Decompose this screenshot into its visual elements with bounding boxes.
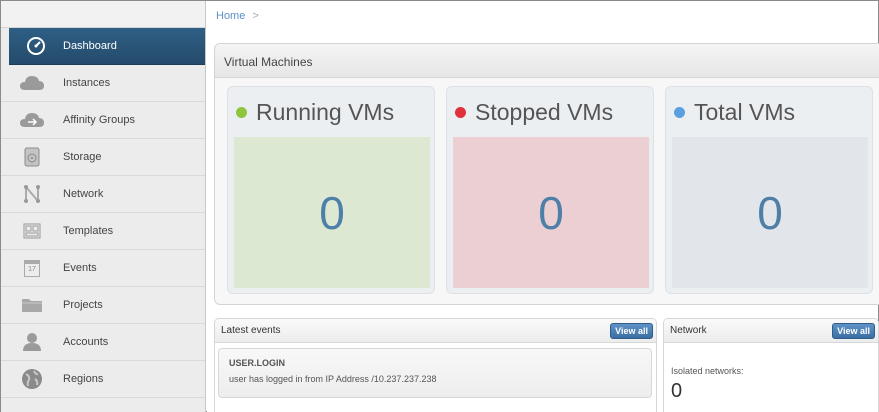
isolated-networks-label: Isolated networks: — [671, 366, 744, 376]
sidebar-item-label: Accounts — [63, 336, 109, 348]
sidebar: Dashboard Instances Affinity Groups Stor… — [1, 1, 206, 412]
sidebar-item-label: Network — [63, 188, 104, 200]
sidebar-item-affinity-groups[interactable]: Affinity Groups — [1, 102, 205, 139]
affinity-cloud-icon — [1, 112, 63, 128]
virtual-machines-title: Virtual Machines — [215, 44, 879, 78]
isolated-networks-count: 0 — [671, 380, 683, 402]
sidebar-item-storage[interactable]: Storage — [1, 139, 205, 176]
breadcrumb-separator: > — [252, 10, 259, 22]
sidebar-item-label: Dashboard — [63, 40, 117, 52]
sidebar-item-label: Instances — [63, 77, 111, 89]
stopped-status-dot — [455, 106, 466, 118]
total-vms-card[interactable]: Total VMs 0 — [665, 86, 873, 294]
running-vms-card[interactable]: Running VMs 0 — [227, 86, 435, 294]
breadcrumb-home-link[interactable]: Home — [216, 10, 245, 22]
template-icon — [1, 223, 63, 239]
user-icon — [1, 332, 63, 352]
total-status-dot — [674, 106, 685, 118]
running-vms-count: 0 — [234, 137, 430, 288]
sidebar-item-dashboard[interactable]: Dashboard — [9, 28, 205, 65]
sidebar-header — [1, 1, 205, 28]
running-status-dot — [236, 106, 247, 118]
breadcrumb: Home > — [207, 1, 878, 28]
sidebar-item-label: Events — [63, 262, 97, 274]
network-panel: Network View all Isolated networks: 0 — [663, 318, 879, 412]
sidebar-item-label: Regions — [63, 373, 104, 385]
stopped-vms-count: 0 — [453, 137, 649, 288]
sidebar-item-accounts[interactable]: Accounts — [1, 324, 205, 361]
sidebar-item-regions[interactable]: Regions — [1, 361, 205, 398]
event-title: USER.LOGIN — [229, 358, 286, 368]
events-view-all-button[interactable]: View all — [610, 322, 653, 339]
globe-icon — [1, 368, 63, 390]
network-icon — [1, 184, 63, 204]
sidebar-item-label: Templates — [63, 225, 114, 237]
sidebar-item-templates[interactable]: Templates — [1, 213, 205, 250]
stopped-vms-label: Stopped VMs — [475, 98, 614, 125]
network-title: Network — [670, 325, 707, 336]
network-view-all-button[interactable]: View all — [832, 322, 875, 339]
total-vms-label: Total VMs — [694, 98, 795, 125]
sidebar-item-label: Storage — [63, 151, 102, 163]
event-description: user has logged in from IP Address /10.2… — [229, 374, 437, 384]
running-vms-label: Running VMs — [256, 98, 395, 125]
disk-icon — [1, 147, 63, 167]
sidebar-item-network[interactable]: Network — [1, 176, 205, 213]
sidebar-item-instances[interactable]: Instances — [1, 65, 205, 102]
main-content: Home > Virtual Machines Running VMs 0 St… — [207, 1, 879, 412]
folder-icon — [1, 297, 63, 313]
sidebar-item-projects[interactable]: Projects — [1, 287, 205, 324]
cloud-icon — [1, 75, 63, 91]
calendar-icon: 17 — [1, 259, 63, 277]
sidebar-item-label: Projects — [63, 299, 103, 311]
latest-events-title: Latest events — [221, 325, 281, 336]
virtual-machines-panel: Virtual Machines Running VMs 0 Stopped V… — [214, 43, 879, 305]
stopped-vms-card[interactable]: Stopped VMs 0 — [446, 86, 654, 294]
total-vms-count: 0 — [672, 137, 868, 288]
sidebar-item-events[interactable]: 17 Events — [1, 250, 205, 287]
dashboard-icon — [9, 36, 63, 56]
latest-events-panel: Latest events View all USER.LOGIN user h… — [214, 318, 657, 412]
list-item[interactable]: USER.LOGIN user has logged in from IP Ad… — [218, 348, 652, 398]
sidebar-item-label: Affinity Groups — [63, 114, 135, 126]
